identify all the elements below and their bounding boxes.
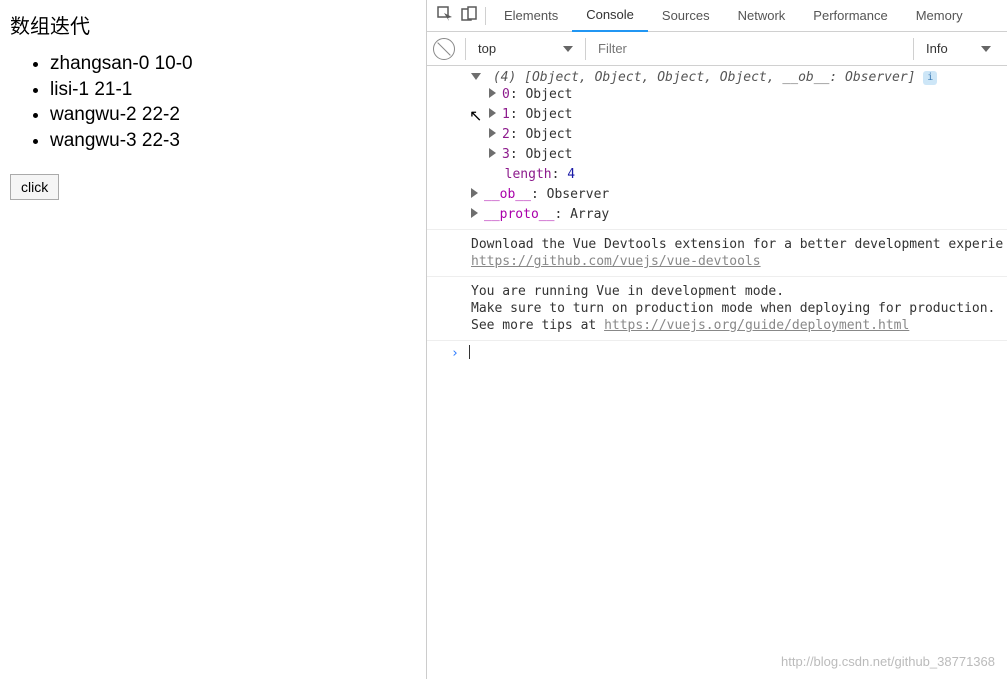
device-icon[interactable] xyxy=(457,6,481,25)
context-label: top xyxy=(478,41,496,56)
object-children: 0: Object 1: Object 2: Object 3: Object … xyxy=(489,85,1007,225)
console-output: (4) [Object, Object, Object, Object, __o… xyxy=(427,66,1007,679)
expand-icon[interactable] xyxy=(489,88,496,98)
list-item: wangwu-2 22-2 xyxy=(50,102,416,128)
message-text: Make sure to turn on production mode whe… xyxy=(471,301,995,316)
proto-entry[interactable]: __proto__: Array xyxy=(471,205,1007,225)
devtools-tabs: Elements Console Sources Network Perform… xyxy=(427,0,1007,32)
text-cursor xyxy=(469,345,470,359)
inspect-icon[interactable] xyxy=(433,6,457,25)
list-item: zhangsan-0 10-0 xyxy=(50,51,416,77)
expand-icon[interactable] xyxy=(489,148,496,158)
expand-icon[interactable] xyxy=(471,208,478,218)
console-log-expanded[interactable]: (4) [Object, Object, Object, Object, __o… xyxy=(427,66,1007,229)
item-list: zhangsan-0 10-0 lisi-1 21-1 wangwu-2 22-… xyxy=(50,51,416,154)
separator xyxy=(485,7,486,25)
page-title: 数组迭代 xyxy=(10,10,416,39)
clear-console-icon[interactable] xyxy=(433,38,455,60)
list-item: lisi-1 21-1 xyxy=(50,77,416,103)
expand-icon[interactable] xyxy=(489,128,496,138)
collapse-icon[interactable] xyxy=(471,73,481,80)
info-badge-icon: i xyxy=(923,71,937,85)
page-content: 数组迭代 zhangsan-0 10-0 lisi-1 21-1 wangwu-… xyxy=(0,0,427,679)
separator xyxy=(585,38,586,60)
filter-input[interactable] xyxy=(588,33,911,65)
tab-elements[interactable]: Elements xyxy=(490,1,572,31)
tab-sources[interactable]: Sources xyxy=(648,1,724,31)
console-toolbar: top Info xyxy=(427,32,1007,66)
object-entry[interactable]: 3: Object xyxy=(489,145,1007,165)
devtools-link[interactable]: https://github.com/vuejs/vue-devtools xyxy=(471,254,761,269)
console-prompt[interactable]: › xyxy=(427,340,1007,365)
object-entry[interactable]: 0: Object xyxy=(489,85,1007,105)
click-button[interactable]: click xyxy=(10,174,59,200)
message-text: You are running Vue in development mode. xyxy=(471,284,784,299)
console-message: Download the Vue Devtools extension for … xyxy=(427,229,1007,276)
array-summary: (4) [Object, Object, Object, Object, __o… xyxy=(493,70,916,85)
context-selector[interactable]: top xyxy=(468,41,583,56)
tab-performance[interactable]: Performance xyxy=(799,1,901,31)
prompt-symbol: › xyxy=(451,346,459,361)
level-selector[interactable]: Info xyxy=(916,41,1001,56)
expand-icon[interactable] xyxy=(471,188,478,198)
expand-icon[interactable] xyxy=(489,108,496,118)
guide-link[interactable]: https://vuejs.org/guide/deployment.html xyxy=(604,318,909,333)
observer-entry[interactable]: __ob__: Observer xyxy=(471,185,1007,205)
watermark: http://blog.csdn.net/github_38771368 xyxy=(781,654,995,669)
message-text: Download the Vue Devtools extension for … xyxy=(471,237,1003,252)
chevron-down-icon xyxy=(981,46,991,52)
tab-memory[interactable]: Memory xyxy=(902,1,977,31)
console-message: You are running Vue in development mode.… xyxy=(427,276,1007,340)
separator xyxy=(913,38,914,60)
list-item: wangwu-3 22-3 xyxy=(50,128,416,154)
devtools-panel: Elements Console Sources Network Perform… xyxy=(427,0,1007,679)
level-label: Info xyxy=(926,41,948,56)
object-entry[interactable]: 1: Object xyxy=(489,105,1007,125)
tab-console[interactable]: Console xyxy=(572,0,648,32)
message-text: See more tips at xyxy=(471,318,604,333)
length-entry: length: 4 xyxy=(489,165,1007,185)
tab-network[interactable]: Network xyxy=(724,1,800,31)
chevron-down-icon xyxy=(563,46,573,52)
object-entry[interactable]: 2: Object xyxy=(489,125,1007,145)
separator xyxy=(465,38,466,60)
